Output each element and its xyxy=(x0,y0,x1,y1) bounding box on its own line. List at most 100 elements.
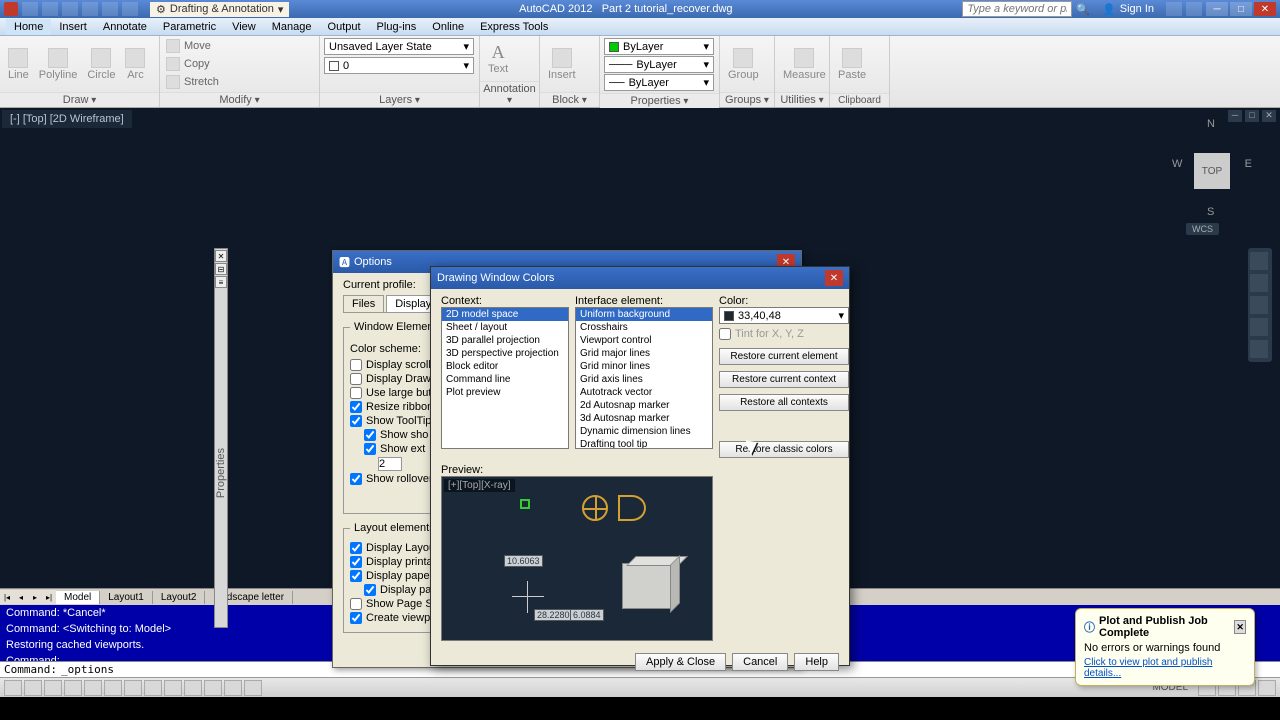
color-dropdown[interactable]: 33,40,48 ▾ xyxy=(719,307,849,324)
qp-toggle[interactable] xyxy=(224,680,242,696)
search-input[interactable] xyxy=(962,1,1072,17)
arc-button[interactable]: Arc xyxy=(121,47,149,82)
qat-save-icon[interactable] xyxy=(62,2,78,16)
layout-last-icon[interactable]: ▸| xyxy=(42,590,56,604)
panel-modify-title[interactable]: Modify ▾ xyxy=(160,92,319,107)
context-item-plot-preview[interactable]: Plot preview xyxy=(442,386,568,399)
restore-classic-colors-button[interactable]: Restore classic colors xyxy=(719,441,849,458)
text-button[interactable]: AText xyxy=(484,41,512,76)
tab-view[interactable]: View xyxy=(224,19,264,35)
chk-display-paper-shadow[interactable] xyxy=(364,584,376,596)
element-crosshairs[interactable]: Crosshairs xyxy=(576,321,712,334)
element-dyn-dim[interactable]: Dynamic dimension lines xyxy=(576,425,712,438)
panel-draw-title[interactable]: Draw ▾ xyxy=(0,92,159,107)
viewcube-north[interactable]: N xyxy=(1207,118,1215,130)
chk-show-page-setup[interactable] xyxy=(350,598,362,610)
tab-output[interactable]: Output xyxy=(320,19,369,35)
chk-create-viewport[interactable] xyxy=(350,612,362,624)
help-icon[interactable] xyxy=(1186,2,1202,16)
balloon-close-button[interactable]: ✕ xyxy=(1234,620,1246,634)
layout-first-icon[interactable]: |◂ xyxy=(0,590,14,604)
snap-toggle[interactable] xyxy=(4,680,22,696)
element-drafting-tooltip[interactable]: Drafting tool tip xyxy=(576,438,712,449)
layout-next-icon[interactable]: ▸ xyxy=(28,590,42,604)
tab-model[interactable]: Model xyxy=(56,591,100,604)
element-grid-axis[interactable]: Grid axis lines xyxy=(576,373,712,386)
osnap-toggle[interactable] xyxy=(84,680,102,696)
chk-tooltips[interactable] xyxy=(350,415,362,427)
restore-current-context-button[interactable]: Restore current context xyxy=(719,371,849,388)
maximize-button[interactable]: □ xyxy=(1230,2,1252,16)
apply-close-button[interactable]: Apply & Close xyxy=(635,653,726,671)
tab-parametric[interactable]: Parametric xyxy=(155,19,224,35)
colors-close-button[interactable]: ✕ xyxy=(825,270,843,286)
showmotion-icon[interactable] xyxy=(1250,340,1268,358)
chk-display-scroll[interactable] xyxy=(350,359,362,371)
chk-display-drawing[interactable] xyxy=(350,373,362,385)
lineweight-dropdown[interactable]: ───ByLayer▾ xyxy=(604,56,714,73)
tab-layout1[interactable]: Layout1 xyxy=(100,591,153,604)
balloon-details-link[interactable]: Click to view plot and publish details..… xyxy=(1084,657,1246,679)
qat-redo-icon[interactable] xyxy=(102,2,118,16)
context-item-3d-perspective[interactable]: 3D perspective projection xyxy=(442,347,568,360)
element-viewport-control[interactable]: Viewport control xyxy=(576,334,712,347)
chk-show-extended[interactable] xyxy=(364,443,376,455)
group-button[interactable]: Group xyxy=(724,47,763,82)
copy-button[interactable]: Copy xyxy=(164,56,212,72)
tab-manage[interactable]: Manage xyxy=(264,19,320,35)
panel-groups-title[interactable]: Groups ▾ xyxy=(720,92,774,107)
layer-current-dropdown[interactable]: 0▾ xyxy=(324,57,474,74)
viewcube-face-top[interactable]: TOP xyxy=(1194,153,1230,189)
restore-current-element-button[interactable]: Restore current element xyxy=(719,348,849,365)
polyline-button[interactable]: Polyline xyxy=(35,47,82,82)
qat-new-icon[interactable] xyxy=(22,2,38,16)
element-grid-major[interactable]: Grid major lines xyxy=(576,347,712,360)
chk-display-layout[interactable] xyxy=(350,542,362,554)
chk-show-shortcut[interactable] xyxy=(364,429,376,441)
paste-button[interactable]: Paste xyxy=(834,47,870,82)
viewport-controls[interactable]: [-] [Top] [2D Wireframe] xyxy=(2,110,132,128)
context-item-2d-model[interactable]: 2D model space xyxy=(442,308,568,321)
doc-close-button[interactable]: ✕ xyxy=(1262,110,1276,122)
element-autosnap-2d[interactable]: 2d Autosnap marker xyxy=(576,399,712,412)
element-grid-minor[interactable]: Grid minor lines xyxy=(576,360,712,373)
panel-layers-title[interactable]: Layers ▾ xyxy=(320,92,479,107)
context-item-command-line[interactable]: Command line xyxy=(442,373,568,386)
tooltip-delay-input[interactable] xyxy=(378,457,402,471)
palette-autohide-icon[interactable]: ⊟ xyxy=(215,263,227,275)
tab-annotate[interactable]: Annotate xyxy=(95,19,155,35)
line-button[interactable]: Line xyxy=(4,47,33,82)
minimize-button[interactable]: ─ xyxy=(1206,2,1228,16)
panel-properties-title[interactable]: Properties ▾ xyxy=(600,93,719,108)
interface-element-listbox[interactable]: Uniform background Crosshairs Viewport c… xyxy=(575,307,713,449)
element-uniform-background[interactable]: Uniform background xyxy=(576,308,712,321)
otrack-toggle[interactable] xyxy=(124,680,142,696)
dyn-toggle[interactable] xyxy=(164,680,182,696)
close-button[interactable]: ✕ xyxy=(1254,2,1276,16)
chk-large-buttons[interactable] xyxy=(350,387,362,399)
stretch-button[interactable]: Stretch xyxy=(164,74,221,90)
tab-files[interactable]: Files xyxy=(343,295,384,312)
measure-button[interactable]: Measure xyxy=(779,47,830,82)
colors-titlebar[interactable]: Drawing Window Colors ✕ xyxy=(431,267,849,289)
properties-palette[interactable]: ✕ ⊟ ≡ Properties xyxy=(214,248,228,628)
viewcube-east[interactable]: E xyxy=(1245,158,1252,170)
help-button[interactable]: Help xyxy=(794,653,839,671)
chk-display-paper[interactable] xyxy=(350,570,362,582)
tab-plugins[interactable]: Plug-ins xyxy=(369,19,425,35)
palette-menu-icon[interactable]: ≡ xyxy=(215,276,227,288)
zoom-icon[interactable] xyxy=(1250,296,1268,314)
chk-resize-ribbon[interactable] xyxy=(350,401,362,413)
viewcube-south[interactable]: S xyxy=(1207,206,1214,218)
layer-state-dropdown[interactable]: Unsaved Layer State▾ xyxy=(324,38,474,55)
tpy-toggle[interactable] xyxy=(204,680,222,696)
steering-wheel-icon[interactable] xyxy=(1250,252,1268,270)
circle-button[interactable]: Circle xyxy=(83,47,119,82)
context-item-block-editor[interactable]: Block editor xyxy=(442,360,568,373)
search-icon[interactable]: 🔍 xyxy=(1076,3,1090,16)
element-autosnap-3d[interactable]: 3d Autosnap marker xyxy=(576,412,712,425)
ortho-toggle[interactable] xyxy=(44,680,62,696)
qat-open-icon[interactable] xyxy=(42,2,58,16)
viewcube-wcs[interactable]: WCS xyxy=(1186,223,1219,235)
polar-toggle[interactable] xyxy=(64,680,82,696)
